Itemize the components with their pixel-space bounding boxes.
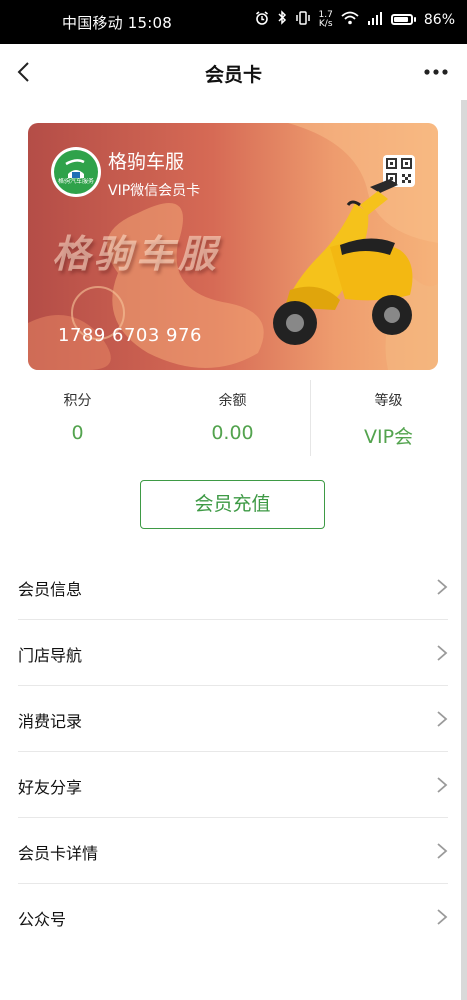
level-stat[interactable]: 等级 VIP会 — [311, 380, 466, 449]
signal-icon — [367, 11, 383, 29]
brand-logo: 格驹汽车服务 — [51, 147, 101, 197]
points-stat[interactable]: 积分 0 — [0, 380, 155, 444]
menu-item-label: 会员信息 — [18, 580, 83, 599]
chevron-right-icon — [437, 909, 448, 925]
chevron-right-icon — [437, 645, 448, 661]
level-value: VIP会 — [363, 426, 414, 448]
menu-list: 会员信息 门店导航 消费记录 好友分享 会员卡详情 公众号 — [18, 554, 448, 949]
status-icons: 1.7 K/s 86% — [255, 10, 455, 29]
menu-item-label: 公众号 — [18, 910, 67, 929]
card-subtitle: VIP微信会员卡 — [108, 183, 201, 199]
vibrate-icon — [295, 10, 311, 29]
chevron-right-icon — [437, 579, 448, 595]
bluetooth-icon — [277, 10, 287, 29]
battery-percent: 86% — [423, 11, 455, 28]
wifi-icon — [341, 11, 359, 29]
card-watermark: 格驹车服 — [52, 232, 221, 276]
alarm-icon — [255, 10, 269, 29]
membership-card[interactable]: 格驹汽车服务 格驹车服 VIP微信会员卡 格驹车服 1789 6703 976 — [28, 123, 438, 370]
battery-icon — [390, 14, 416, 25]
nav-bar: 会员卡 — [0, 44, 467, 100]
status-bar: 中国移动 15:08 1.7 K/s 86% — [0, 0, 467, 44]
chevron-right-icon — [437, 711, 448, 727]
scrollbar[interactable] — [461, 100, 467, 1000]
menu-item-consumption-records[interactable]: 消费记录 — [18, 686, 448, 752]
member-stats: 积分 0 余额 0.00 等级 VIP会 — [0, 380, 467, 456]
points-value: 0 — [71, 422, 84, 444]
balance-stat[interactable]: 余额 0.00 — [155, 380, 310, 444]
chevron-right-icon — [437, 777, 448, 793]
points-label: 积分 — [63, 393, 92, 409]
balance-value: 0.00 — [211, 422, 254, 444]
menu-item-label: 门店导航 — [18, 646, 83, 665]
scooter-image — [273, 179, 413, 345]
net-speed: 1.7 K/s — [318, 10, 333, 29]
recharge-button[interactable]: 会员充值 — [140, 480, 325, 529]
net-speed-unit: K/s — [318, 18, 333, 29]
page-title: 会员卡 — [204, 64, 262, 86]
menu-item-card-details[interactable]: 会员卡详情 — [18, 818, 448, 884]
more-button[interactable] — [423, 64, 449, 78]
menu-item-label: 好友分享 — [18, 778, 83, 797]
chevron-right-icon — [437, 843, 448, 859]
menu-item-label: 会员卡详情 — [18, 844, 99, 863]
card-number: 1789 6703 976 — [58, 325, 202, 346]
brand-name: 格驹车服 — [108, 151, 185, 173]
menu-item-official-account[interactable]: 公众号 — [18, 884, 448, 949]
menu-item-share-friends[interactable]: 好友分享 — [18, 752, 448, 818]
balance-label: 余额 — [218, 393, 247, 409]
more-dots-icon — [424, 69, 448, 75]
logo-text: 格驹汽车服务 — [58, 178, 94, 185]
level-label: 等级 — [374, 393, 403, 409]
menu-item-label: 消费记录 — [18, 712, 83, 731]
menu-item-store-navigation[interactable]: 门店导航 — [18, 620, 448, 686]
menu-item-member-info[interactable]: 会员信息 — [18, 554, 448, 620]
carrier-time: 中国移动 15:08 — [62, 14, 172, 32]
